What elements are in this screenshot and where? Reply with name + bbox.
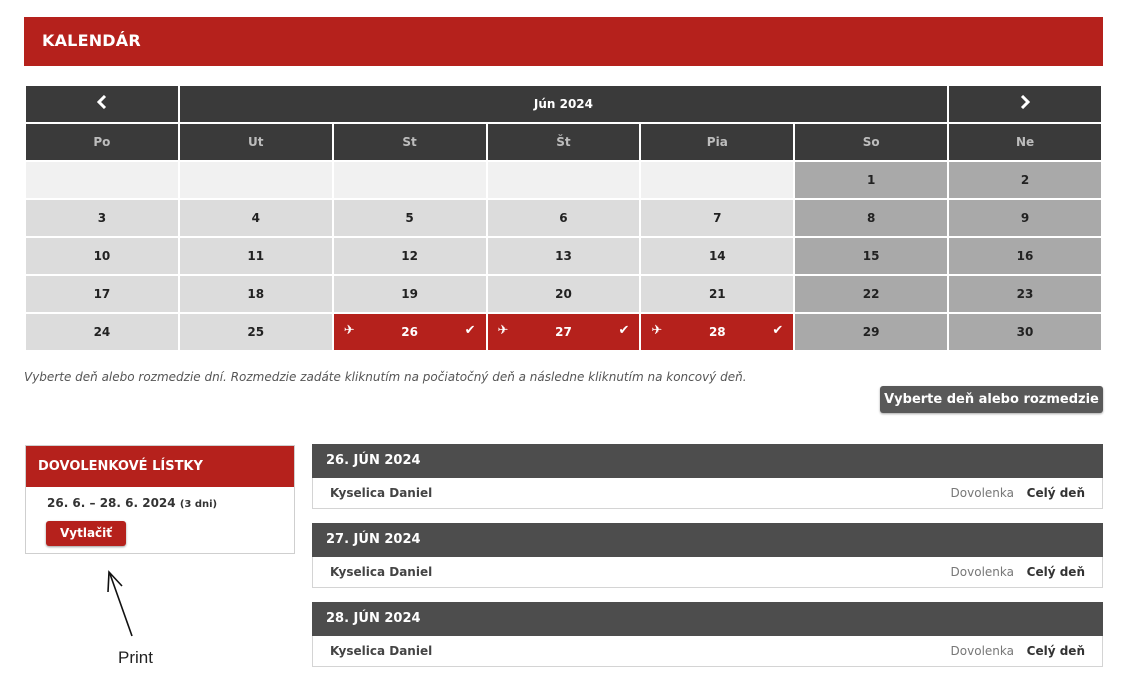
airplane-icon: ✈ <box>343 323 355 338</box>
day-cell[interactable]: 20 <box>487 276 640 312</box>
day-cell-selected[interactable]: ✈ 26 ✔ <box>333 314 486 350</box>
weekday-label: Po <box>26 124 178 160</box>
vacation-tickets-panel: DOVOLENKOVÉ LÍSTKY 26. 6. – 28. 6. 2024 … <box>25 445 295 554</box>
day-cell[interactable]: 2 <box>949 162 1101 198</box>
empty-day-cell <box>26 162 178 198</box>
absence-type: Dovolenka <box>950 644 1014 658</box>
next-month-button[interactable] <box>949 86 1101 122</box>
weekday-label: Ne <box>949 124 1101 160</box>
absence-duration: Celý deň <box>1026 565 1085 579</box>
airplane-icon: ✈ <box>497 323 509 338</box>
check-icon: ✔ <box>772 323 784 338</box>
select-range-button[interactable]: Vyberte deň alebo rozmedzie <box>880 386 1103 413</box>
absence-type: Dovolenka <box>950 565 1014 579</box>
absence-duration: Celý deň <box>1026 644 1085 658</box>
panel-title: DOVOLENKOVÉ LÍSTKY <box>26 446 294 487</box>
day-cell[interactable]: 29 <box>795 314 948 350</box>
employee-name: Kyselica Daniel <box>330 486 433 500</box>
day-cell[interactable]: 30 <box>949 314 1101 350</box>
check-icon: ✔ <box>464 323 476 338</box>
day-number: 27 <box>555 325 572 339</box>
day-entry: 26. JÚN 2024 Kyselica Daniel Dovolenka C… <box>312 444 1103 509</box>
empty-day-cell <box>487 162 640 198</box>
day-entry-row[interactable]: Kyselica Daniel Dovolenka Celý deň <box>312 478 1103 509</box>
prev-month-button[interactable] <box>26 86 178 122</box>
day-cell-selected[interactable]: ✈ 28 ✔ <box>641 314 794 350</box>
day-entry-date: 27. JÚN 2024 <box>312 523 1103 557</box>
day-number: 26 <box>401 325 418 339</box>
weekday-label: Ut <box>179 124 332 160</box>
selection-hint: Vyberte deň alebo rozmedzie dní. Rozmedz… <box>24 370 747 384</box>
print-button[interactable]: Vytlačiť <box>46 521 126 546</box>
calendar-header: KALENDÁR <box>24 17 1103 66</box>
day-cell[interactable]: 4 <box>179 200 332 236</box>
day-cell[interactable]: 18 <box>179 276 332 312</box>
range-days-count: (3 dni) <box>179 499 218 510</box>
check-icon: ✔ <box>618 323 630 338</box>
day-cell[interactable]: 5 <box>333 200 486 236</box>
day-cell[interactable]: 21 <box>641 276 794 312</box>
absence-duration: Celý deň <box>1026 486 1085 500</box>
day-cell[interactable]: 1 <box>795 162 948 198</box>
empty-day-cell <box>333 162 486 198</box>
day-cell[interactable]: 10 <box>26 238 178 274</box>
day-number: 28 <box>708 325 726 339</box>
employee-name: Kyselica Daniel <box>330 565 433 579</box>
day-entry-row[interactable]: Kyselica Daniel Dovolenka Celý deň <box>312 557 1103 588</box>
day-cell[interactable]: 23 <box>949 276 1101 312</box>
chevron-left-icon <box>96 94 106 110</box>
weekday-label: So <box>795 124 948 160</box>
weekday-label: Pia <box>641 124 794 160</box>
vacation-range: 26. 6. – 28. 6. 2024 (3 dni) <box>47 496 217 510</box>
day-cell[interactable]: 13 <box>487 238 640 274</box>
empty-day-cell <box>641 162 794 198</box>
day-entry-date: 26. JÚN 2024 <box>312 444 1103 478</box>
absence-type: Dovolenka <box>950 486 1014 500</box>
day-entry: 27. JÚN 2024 Kyselica Daniel Dovolenka C… <box>312 523 1103 588</box>
day-cell[interactable]: 25 <box>179 314 332 350</box>
chevron-right-icon <box>1020 94 1031 110</box>
annotation-label: Print <box>118 648 153 667</box>
weekday-label: Št <box>487 124 640 160</box>
empty-day-cell <box>179 162 332 198</box>
range-dates: 26. 6. – 28. 6. 2024 <box>47 496 176 510</box>
page-title: KALENDÁR <box>42 31 141 50</box>
day-cell[interactable]: 24 <box>26 314 178 350</box>
day-entry-date: 28. JÚN 2024 <box>312 602 1103 636</box>
day-cell[interactable]: 22 <box>795 276 948 312</box>
day-cell[interactable]: 9 <box>949 200 1101 236</box>
day-cell[interactable]: 8 <box>795 200 948 236</box>
calendar-table: Jún 2024 Po Ut St Št Pia So Ne 1 2 3 4 5… <box>24 84 1103 352</box>
employee-name: Kyselica Daniel <box>330 644 433 658</box>
day-cell[interactable]: 15 <box>795 238 948 274</box>
airplane-icon: ✈ <box>651 323 663 338</box>
day-cell[interactable]: 11 <box>179 238 332 274</box>
day-entry-row[interactable]: Kyselica Daniel Dovolenka Celý deň <box>312 636 1103 667</box>
day-cell[interactable]: 17 <box>26 276 178 312</box>
day-cell[interactable]: 7 <box>641 200 794 236</box>
month-title: Jún 2024 <box>179 86 948 122</box>
day-cell[interactable]: 14 <box>641 238 794 274</box>
day-cell[interactable]: 19 <box>333 276 486 312</box>
weekday-label: St <box>333 124 486 160</box>
day-cell-selected[interactable]: ✈ 27 ✔ <box>487 314 640 350</box>
day-cell[interactable]: 16 <box>949 238 1101 274</box>
day-cell[interactable]: 3 <box>26 200 178 236</box>
day-cell[interactable]: 6 <box>487 200 640 236</box>
annotation-arrow-icon <box>107 570 133 637</box>
day-entry: 28. JÚN 2024 Kyselica Daniel Dovolenka C… <box>312 602 1103 667</box>
day-cell[interactable]: 12 <box>333 238 486 274</box>
